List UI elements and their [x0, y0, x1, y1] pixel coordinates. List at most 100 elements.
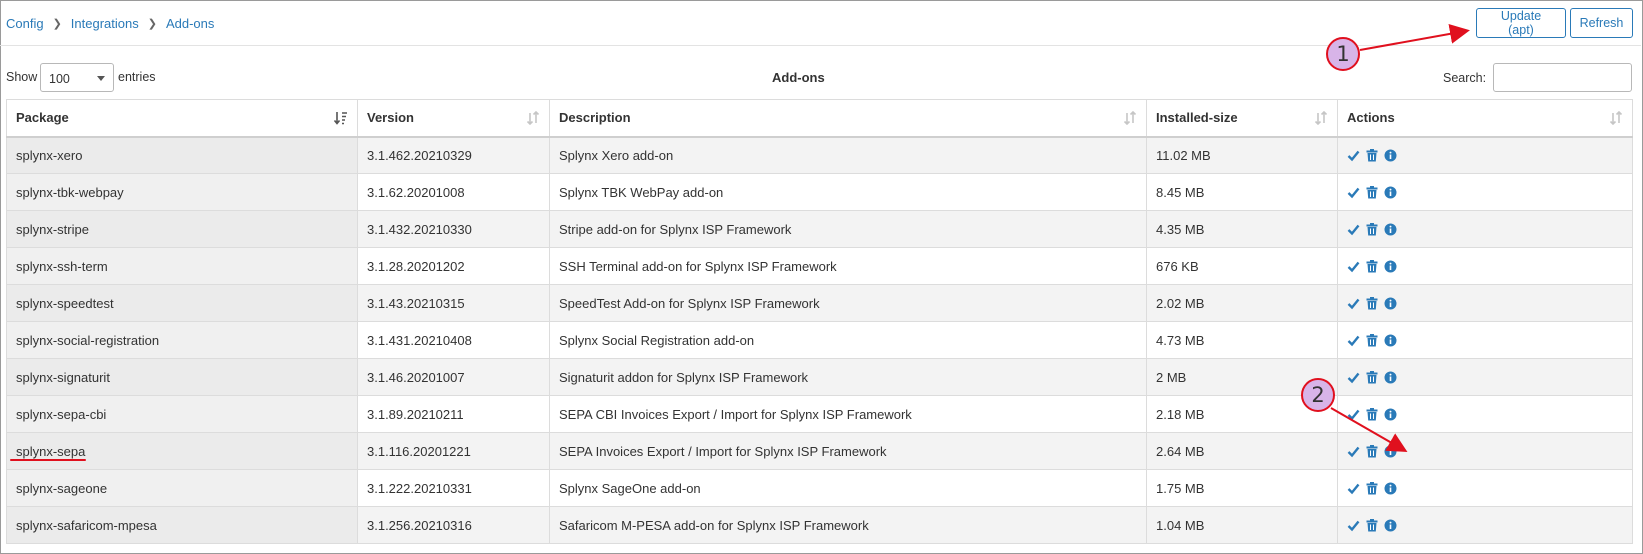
- sort-icon: [1123, 111, 1137, 125]
- description-cell: Safaricom M-PESA add-on for Splynx ISP F…: [549, 506, 1147, 544]
- info-icon[interactable]: [1384, 445, 1397, 458]
- addons-table: Package Version Description Installed-si…: [6, 99, 1633, 544]
- table-row: splynx-xero 3.1.462.20210329 Splynx Xero a…: [6, 136, 1633, 174]
- delete-trash-icon[interactable]: [1366, 223, 1378, 236]
- delete-trash-icon[interactable]: [1366, 445, 1378, 458]
- info-icon[interactable]: [1384, 149, 1397, 162]
- installed-size-cell: 676 KB: [1146, 247, 1338, 285]
- package-cell: splynx-ssh-term: [6, 247, 358, 285]
- install-check-icon[interactable]: [1347, 186, 1360, 199]
- installed-size-cell: 11.02 MB: [1146, 136, 1338, 174]
- column-label: Actions: [1347, 110, 1395, 126]
- package-cell: splynx-stripe: [6, 210, 358, 248]
- table-row: splynx-sepa-cbi 3.1.89.20210211 SEPA CBI I…: [6, 395, 1633, 433]
- install-check-icon[interactable]: [1347, 445, 1360, 458]
- column-header-installed-size[interactable]: Installed-size: [1146, 99, 1338, 138]
- row-actions: [1347, 148, 1623, 162]
- info-icon[interactable]: [1384, 519, 1397, 532]
- description-cell: Splynx Xero add-on: [549, 136, 1147, 174]
- delete-trash-icon[interactable]: [1366, 334, 1378, 347]
- info-icon[interactable]: [1384, 482, 1397, 495]
- description-cell: Signaturit addon for Splynx ISP Framewor…: [549, 358, 1147, 396]
- info-icon[interactable]: [1384, 371, 1397, 384]
- package-cell: splynx-sepa-cbi: [6, 395, 358, 433]
- sort-icon: [1314, 111, 1328, 125]
- annotation-marker-1: 1: [1326, 37, 1360, 71]
- version-cell: 3.1.28.20201202: [357, 247, 550, 285]
- delete-trash-icon[interactable]: [1366, 519, 1378, 532]
- delete-trash-icon[interactable]: [1366, 149, 1378, 162]
- install-check-icon[interactable]: [1347, 519, 1360, 532]
- install-check-icon[interactable]: [1347, 149, 1360, 162]
- install-check-icon[interactable]: [1347, 334, 1360, 347]
- installed-size-cell: 8.45 MB: [1146, 173, 1338, 211]
- table-row: splynx-speedtest 3.1.43.20210315 SpeedTest…: [6, 284, 1633, 322]
- page-size-value: 100: [49, 72, 70, 86]
- delete-trash-icon[interactable]: [1366, 260, 1378, 273]
- table-row: splynx-stripe 3.1.432.20210330 Stripe add-…: [6, 210, 1633, 248]
- description-cell: Splynx Social Registration add-on: [549, 321, 1147, 359]
- row-actions: [1347, 296, 1623, 310]
- table-title: Add-ons: [772, 70, 825, 85]
- install-check-icon[interactable]: [1347, 482, 1360, 495]
- info-icon[interactable]: [1384, 334, 1397, 347]
- annotation-marker-2: 2: [1301, 378, 1335, 412]
- version-cell: 3.1.432.20210330: [357, 210, 550, 248]
- delete-trash-icon[interactable]: [1366, 186, 1378, 199]
- column-header-actions[interactable]: Actions: [1337, 99, 1633, 138]
- installed-size-cell: 2.64 MB: [1146, 432, 1338, 470]
- update-apt-button[interactable]: Update (apt): [1476, 8, 1566, 38]
- row-actions: [1347, 222, 1623, 236]
- table-row: splynx-signaturit 3.1.46.20201007 Signatur…: [6, 358, 1633, 396]
- breadcrumb-config[interactable]: Config: [6, 16, 44, 31]
- column-header-description[interactable]: Description: [549, 99, 1147, 138]
- delete-trash-icon[interactable]: [1366, 371, 1378, 384]
- top-bar: Config ❯ Integrations ❯ Add-ons Update (…: [0, 0, 1641, 46]
- breadcrumb-integrations[interactable]: Integrations: [71, 16, 139, 31]
- delete-trash-icon[interactable]: [1366, 482, 1378, 495]
- install-check-icon[interactable]: [1347, 260, 1360, 273]
- description-cell: Splynx TBK WebPay add-on: [549, 173, 1147, 211]
- sort-icon: [526, 111, 540, 125]
- package-cell: splynx-tbk-webpay: [6, 173, 358, 211]
- info-icon[interactable]: [1384, 260, 1397, 273]
- actions-cell: [1337, 284, 1633, 322]
- row-actions: [1347, 370, 1623, 384]
- table-row: splynx-ssh-term 3.1.28.20201202 SSH Termin…: [6, 247, 1633, 285]
- sort-desc-icon: [334, 112, 347, 125]
- installed-size-cell: 2.02 MB: [1146, 284, 1338, 322]
- column-label: Description: [559, 110, 631, 126]
- column-header-version[interactable]: Version: [357, 99, 550, 138]
- info-icon[interactable]: [1384, 223, 1397, 236]
- breadcrumb-add-ons[interactable]: Add-ons: [166, 16, 214, 31]
- delete-trash-icon[interactable]: [1366, 297, 1378, 310]
- table-row: splynx-sageone 3.1.222.20210331 Splynx Sag…: [6, 469, 1633, 507]
- info-icon[interactable]: [1384, 297, 1397, 310]
- delete-trash-icon[interactable]: [1366, 408, 1378, 421]
- actions-cell: [1337, 469, 1633, 507]
- info-icon[interactable]: [1384, 186, 1397, 199]
- search-input[interactable]: [1493, 63, 1632, 92]
- install-check-icon[interactable]: [1347, 297, 1360, 310]
- row-actions: [1347, 407, 1623, 421]
- row-actions: [1347, 333, 1623, 347]
- description-cell: Stripe add-on for Splynx ISP Framework: [549, 210, 1147, 248]
- page-size-select[interactable]: 100: [40, 63, 114, 92]
- chevron-right-icon: ❯: [147, 18, 157, 30]
- version-cell: 3.1.46.20201007: [357, 358, 550, 396]
- installed-size-cell: 1.75 MB: [1146, 469, 1338, 507]
- refresh-button[interactable]: Refresh: [1570, 8, 1633, 38]
- row-actions: [1347, 444, 1623, 458]
- version-cell: 3.1.116.20201221: [357, 432, 550, 470]
- info-icon[interactable]: [1384, 408, 1397, 421]
- install-check-icon[interactable]: [1347, 408, 1360, 421]
- install-check-icon[interactable]: [1347, 223, 1360, 236]
- column-header-package[interactable]: Package: [6, 99, 358, 138]
- table-body: splynx-xero 3.1.462.20210329 Splynx Xero a…: [6, 136, 1633, 544]
- actions-cell: [1337, 395, 1633, 433]
- description-cell: SEPA Invoices Export / Import for Splynx…: [549, 432, 1147, 470]
- install-check-icon[interactable]: [1347, 371, 1360, 384]
- column-label: Package: [16, 110, 69, 126]
- package-cell: splynx-safaricom-mpesa: [6, 506, 358, 544]
- version-cell: 3.1.431.20210408: [357, 321, 550, 359]
